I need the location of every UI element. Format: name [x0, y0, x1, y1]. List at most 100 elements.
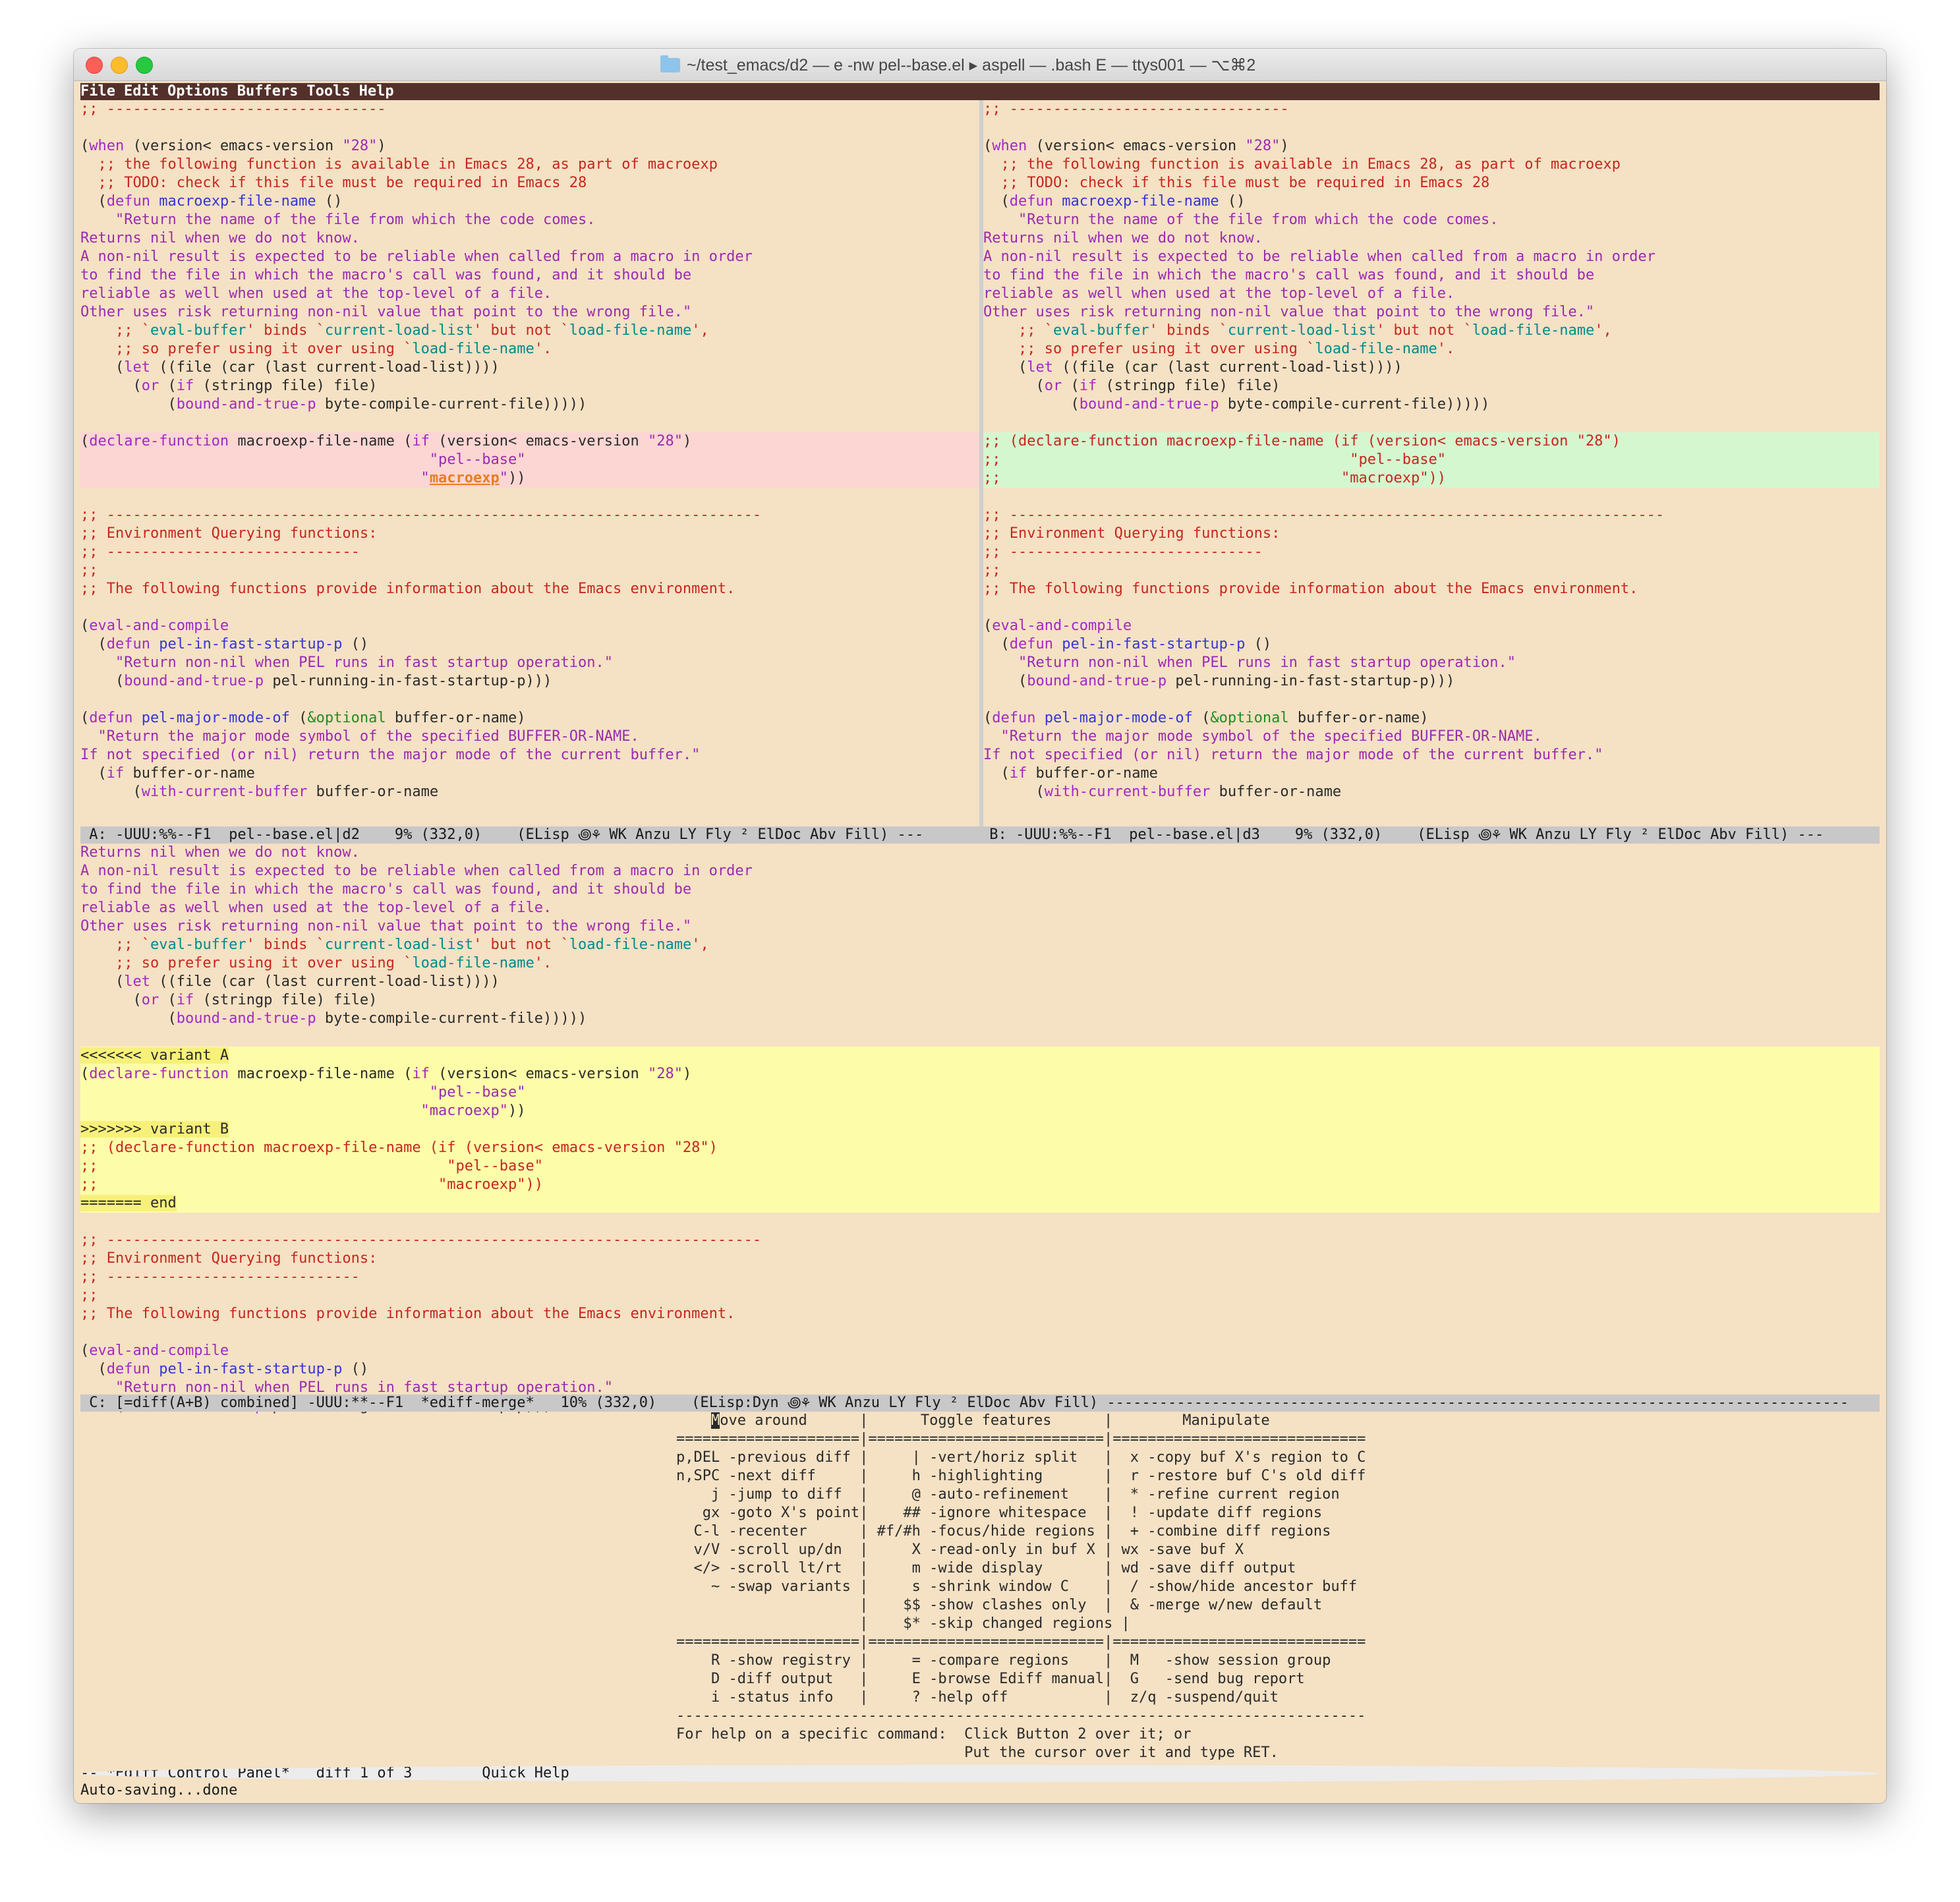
- buffer-a-line[interactable]: "Return the name of the file from which …: [80, 211, 979, 229]
- buffer-a-line[interactable]: ;; `eval-buffer' binds `current-load-lis…: [80, 322, 979, 340]
- buffer-a-line[interactable]: (or (if (stringp file) file): [80, 377, 979, 395]
- buffer-b-line[interactable]: "Return the major mode symbol of the spe…: [983, 728, 1880, 746]
- merge-buffer-line[interactable]: >>>>>>> variant B: [80, 1120, 1880, 1139]
- ediff-buffer-b[interactable]: ;; -------------------------------- (whe…: [983, 100, 1880, 826]
- buffer-a-line[interactable]: reliable as well when used at the top-le…: [80, 285, 979, 303]
- modeline-buffer-c[interactable]: C: [=diff(A+B) combined] -UUU:**--F1 *ed…: [80, 1395, 1880, 1412]
- buffer-a-line[interactable]: [80, 691, 979, 709]
- buffer-a-line[interactable]: ;; --------------------------------: [80, 100, 979, 119]
- buffer-b-line[interactable]: ;; "macroexp")): [983, 469, 1880, 488]
- merge-buffer-line[interactable]: [80, 1323, 1880, 1342]
- buffer-a-line[interactable]: "macroexp")): [80, 469, 979, 488]
- buffer-a-line[interactable]: ;; -----------------------------: [80, 543, 979, 562]
- buffer-b-line[interactable]: (defun pel-in-fast-startup-p (): [983, 635, 1880, 654]
- help-line[interactable]: i -status info | ? -help off | z/q -susp…: [676, 1688, 1467, 1707]
- buffer-b-line[interactable]: (or (if (stringp file) file): [983, 377, 1880, 395]
- buffer-b-line[interactable]: [983, 691, 1880, 709]
- help-line[interactable]: C-l -recenter | #f/#h -focus/hide region…: [676, 1522, 1467, 1541]
- buffer-a-line[interactable]: (defun pel-major-mode-of (&optional buff…: [80, 709, 979, 728]
- menu-edit[interactable]: Edit: [124, 83, 159, 100]
- merge-buffer-line[interactable]: ;; so prefer using it over using `load-f…: [80, 954, 1880, 973]
- merge-buffer-line[interactable]: (declare-function macroexp-file-name (if…: [80, 1065, 1880, 1083]
- merge-buffer-line[interactable]: ;; "macroexp")): [80, 1176, 1880, 1194]
- merge-buffer-line[interactable]: Returns nil when we do not know.: [80, 844, 1880, 862]
- buffer-a-line[interactable]: ;; The following functions provide infor…: [80, 580, 979, 598]
- help-line[interactable]: ----------------------------------------…: [676, 1707, 1467, 1725]
- merge-buffer-line[interactable]: "pel--base": [80, 1083, 1880, 1102]
- buffer-a-line[interactable]: (bound-and-true-p pel-running-in-fast-st…: [80, 672, 979, 691]
- modeline-control-panel[interactable]: -- *Ediff Control Panel* diff 1 of 3 Qui…: [80, 1765, 1880, 1782]
- buffer-b-line[interactable]: ;; (declare-function macroexp-file-name …: [983, 432, 1880, 451]
- help-line[interactable]: | $* -skip changed regions |: [676, 1615, 1467, 1633]
- help-line[interactable]: v/V -scroll up/dn | X -read-only in buf …: [676, 1541, 1467, 1559]
- buffer-b-line[interactable]: ;; --------------------------------: [983, 100, 1880, 119]
- buffer-a-line[interactable]: (when (version< emacs-version "28"): [80, 137, 979, 156]
- buffer-a-line[interactable]: "pel--base": [80, 451, 979, 469]
- buffer-b-line[interactable]: "Return non-nil when PEL runs in fast st…: [983, 654, 1880, 672]
- buffer-a-line[interactable]: (defun pel-in-fast-startup-p (): [80, 635, 979, 654]
- buffer-a-line[interactable]: [80, 598, 979, 617]
- buffer-a-line[interactable]: If not specified (or nil) return the maj…: [80, 746, 979, 764]
- buffer-b-line[interactable]: (defun pel-major-mode-of (&optional buff…: [983, 709, 1880, 728]
- modeline-buffer-b[interactable]: B: -UUU:%%--F1 pel--base.el|d3 9% (332,0…: [981, 826, 1880, 844]
- merge-buffer-line[interactable]: (bound-and-true-p byte-compile-current-f…: [80, 1010, 1880, 1028]
- emacs-frame[interactable]: File Edit Options Buffers Tools Help ;; -----…: [80, 83, 1880, 1799]
- buffer-a-line[interactable]: (if buffer-or-name: [80, 764, 979, 783]
- help-line[interactable]: D -diff output | E -browse Ediff manual|…: [676, 1670, 1467, 1688]
- help-line[interactable]: | $$ -show clashes only | & -merge w/new…: [676, 1596, 1467, 1615]
- buffer-b-line[interactable]: ;; -------------------------------------…: [983, 506, 1880, 525]
- help-line[interactable]: =====================|==================…: [676, 1633, 1467, 1652]
- buffer-b-line[interactable]: Other uses risk returning non-nil value …: [983, 303, 1880, 322]
- buffer-a-line[interactable]: "Return the major mode symbol of the spe…: [80, 728, 979, 746]
- buffer-b-line[interactable]: ;; Environment Querying functions:: [983, 525, 1880, 543]
- help-line[interactable]: For help on a specific command: Click Bu…: [676, 1725, 1467, 1744]
- merge-buffer-line[interactable]: A non-nil result is expected to be relia…: [80, 862, 1880, 880]
- menu-buffers[interactable]: Buffers: [237, 83, 299, 100]
- buffer-b-line[interactable]: ;; the following function is available i…: [983, 156, 1880, 174]
- merge-buffer-line[interactable]: to find the file in which the macro's ca…: [80, 880, 1880, 899]
- buffer-a-line[interactable]: (bound-and-true-p byte-compile-current-f…: [80, 395, 979, 414]
- buffer-b-line[interactable]: reliable as well when used at the top-le…: [983, 285, 1880, 303]
- buffer-b-line[interactable]: [983, 488, 1880, 506]
- merge-buffer-line[interactable]: Other uses risk returning non-nil value …: [80, 917, 1880, 936]
- window-titlebar[interactable]: ~/test_emacs/d2 — e -nw pel--base.el ▸ a…: [74, 49, 1886, 81]
- merge-buffer-line[interactable]: (defun pel-in-fast-startup-p (): [80, 1360, 1880, 1379]
- help-line[interactable]: p,DEL -previous diff | | -vert/horiz spl…: [676, 1449, 1467, 1467]
- buffer-b-line[interactable]: (defun macroexp-file-name (): [983, 192, 1880, 211]
- buffer-a-line[interactable]: ;; -------------------------------------…: [80, 506, 979, 525]
- buffer-a-line[interactable]: ;; Environment Querying functions:: [80, 525, 979, 543]
- help-line[interactable]: Move around | Toggle features | Manipula…: [676, 1412, 1467, 1430]
- menu-options[interactable]: Options: [167, 83, 229, 100]
- buffer-b-line[interactable]: "Return the name of the file from which …: [983, 211, 1880, 229]
- buffer-a-line[interactable]: ;; so prefer using it over using `load-f…: [80, 340, 979, 359]
- help-line[interactable]: =====================|==================…: [676, 1430, 1467, 1449]
- merge-buffer-line[interactable]: ;; -----------------------------: [80, 1268, 1880, 1286]
- help-line[interactable]: </> -scroll lt/rt | m -wide display | wd…: [676, 1559, 1467, 1578]
- merge-buffer-line[interactable]: [80, 1213, 1880, 1231]
- merge-buffer-line[interactable]: ;; "pel--base": [80, 1157, 1880, 1176]
- merge-buffer-line[interactable]: reliable as well when used at the top-le…: [80, 899, 1880, 917]
- buffer-b-line[interactable]: (with-current-buffer buffer-or-name: [983, 783, 1880, 801]
- ediff-quick-help-panel[interactable]: Move around | Toggle features | Manipula…: [676, 1412, 1467, 1760]
- merge-buffer-line[interactable]: ;; Environment Querying functions:: [80, 1250, 1880, 1268]
- buffer-b-line[interactable]: (eval-and-compile: [983, 617, 1880, 635]
- buffer-a-line[interactable]: (defun macroexp-file-name (): [80, 192, 979, 211]
- modeline-buffer-a[interactable]: A: -UUU:%%--F1 pel--base.el|d2 9% (332,0…: [80, 826, 981, 844]
- merge-buffer-line[interactable]: (or (if (stringp file) file): [80, 991, 1880, 1010]
- buffer-a-line[interactable]: "Return non-nil when PEL runs in fast st…: [80, 654, 979, 672]
- buffer-a-line[interactable]: Returns nil when we do not know.: [80, 229, 979, 248]
- merge-buffer-line[interactable]: <<<<<<< variant A: [80, 1047, 1880, 1065]
- merge-buffer-line[interactable]: ;; The following functions provide infor…: [80, 1305, 1880, 1323]
- help-line[interactable]: n,SPC -next diff | h -highlighting | r -…: [676, 1467, 1467, 1485]
- buffer-b-line[interactable]: (when (version< emacs-version "28"): [983, 137, 1880, 156]
- buffer-a-line[interactable]: (with-current-buffer buffer-or-name: [80, 783, 979, 801]
- zoom-window-icon[interactable]: [136, 57, 153, 74]
- buffer-a-line[interactable]: [80, 488, 979, 506]
- menu-file[interactable]: File: [80, 83, 115, 100]
- buffer-b-line[interactable]: ;; TODO: check if this file must be requ…: [983, 174, 1880, 192]
- merge-buffer-line[interactable]: "macroexp")): [80, 1102, 1880, 1120]
- menu-help[interactable]: Help: [359, 83, 394, 100]
- buffer-b-line[interactable]: to find the file in which the macro's ca…: [983, 266, 1880, 285]
- buffer-a-line[interactable]: ;; the following function is available i…: [80, 156, 979, 174]
- buffer-b-line[interactable]: ;; -----------------------------: [983, 543, 1880, 562]
